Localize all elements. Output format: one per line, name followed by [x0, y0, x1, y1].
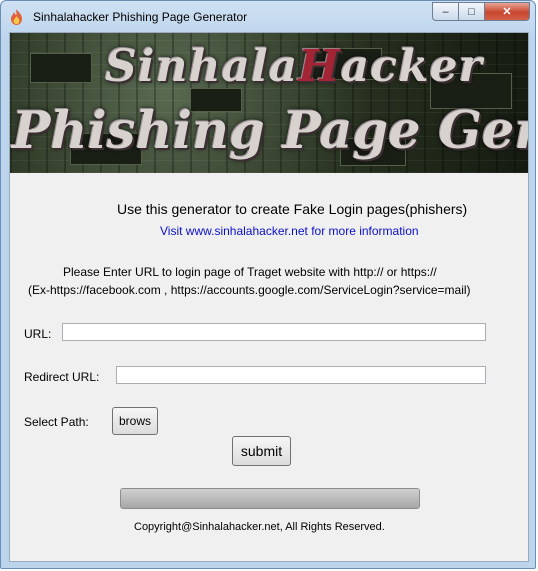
select-path-label: Select Path: — [24, 415, 89, 429]
submit-button[interactable]: submit — [232, 436, 291, 466]
redirect-url-input[interactable] — [116, 366, 486, 384]
instruction-example-text: (Ex-https://facebook.com , https://accou… — [28, 283, 471, 297]
redirect-url-label: Redirect URL: — [24, 370, 100, 384]
flame-icon — [11, 9, 22, 25]
progress-fill — [121, 489, 419, 508]
close-button[interactable]: ✕ — [485, 2, 530, 21]
url-input[interactable] — [62, 323, 486, 341]
info-link[interactable]: Visit www.sinhalahacker.net for more inf… — [160, 224, 419, 238]
maximize-button[interactable]: □ — [459, 2, 485, 21]
app-window: Sinhalahacker Phishing Page Generator – … — [0, 0, 536, 569]
close-icon: ✕ — [502, 6, 512, 18]
copyright-text: Copyright@Sinhalahacker.net, All Rights … — [134, 521, 385, 533]
client-area: SinhalaHacker Phishing Page Generator Us… — [9, 32, 529, 562]
banner-title-sinhalahacker: SinhalaHacker — [105, 41, 483, 92]
url-label: URL: — [24, 327, 52, 341]
window-controls: – □ ✕ — [432, 2, 530, 22]
progress-bar — [120, 488, 420, 509]
instruction-text: Please Enter URL to login page of Traget… — [63, 265, 437, 279]
headline-text: Use this generator to create Fake Login … — [117, 201, 468, 217]
browse-button[interactable]: brows — [112, 407, 158, 435]
window-title: Sinhalahacker Phishing Page Generator — [33, 10, 248, 24]
header-banner: SinhalaHacker Phishing Page Generator — [10, 33, 528, 173]
banner-title-phishing-page-generator: Phishing Page Generator — [12, 101, 528, 161]
circuit-chip-decoration — [30, 53, 92, 83]
maximize-icon: □ — [468, 5, 475, 18]
minimize-icon: – — [442, 5, 449, 18]
minimize-button[interactable]: – — [432, 2, 459, 21]
title-bar[interactable]: Sinhalahacker Phishing Page Generator – … — [1, 1, 535, 33]
